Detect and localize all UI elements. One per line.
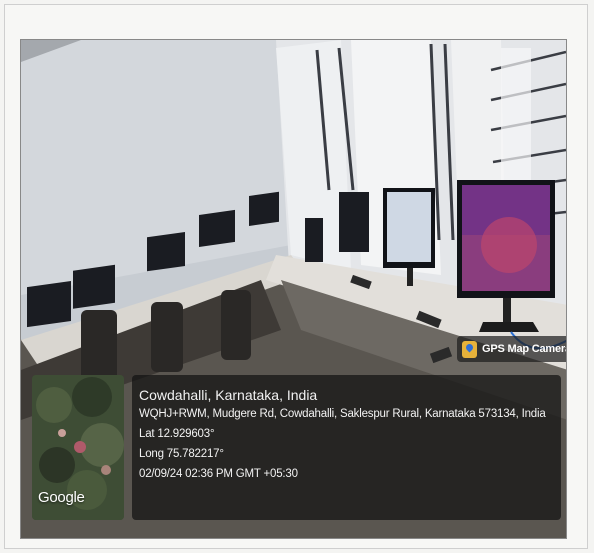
gps-map-camera-badge: GPS Map Camera <box>457 336 567 362</box>
longitude: Long 75.782217° <box>139 448 224 460</box>
map-pin-icon <box>462 340 477 358</box>
latitude: Lat 12.929603° <box>139 428 215 440</box>
geotagged-photo: GPS Map Camera Google Cowdahalli, Karnat… <box>20 39 567 539</box>
location-info-panel: Cowdahalli, Karnataka, India WQHJ+RWM, M… <box>132 375 561 520</box>
location-address: WQHJ+RWM, Mudgere Rd, Cowdahalli, Sakles… <box>139 408 546 420</box>
map-thumbnail: Google <box>32 375 124 520</box>
google-logo: Google <box>38 489 85 506</box>
timestamp: 02/09/24 02:36 PM GMT +05:30 <box>139 468 298 480</box>
location-title: Cowdahalli, Karnataka, India <box>139 387 318 403</box>
badge-label: GPS Map Camera <box>482 343 567 355</box>
